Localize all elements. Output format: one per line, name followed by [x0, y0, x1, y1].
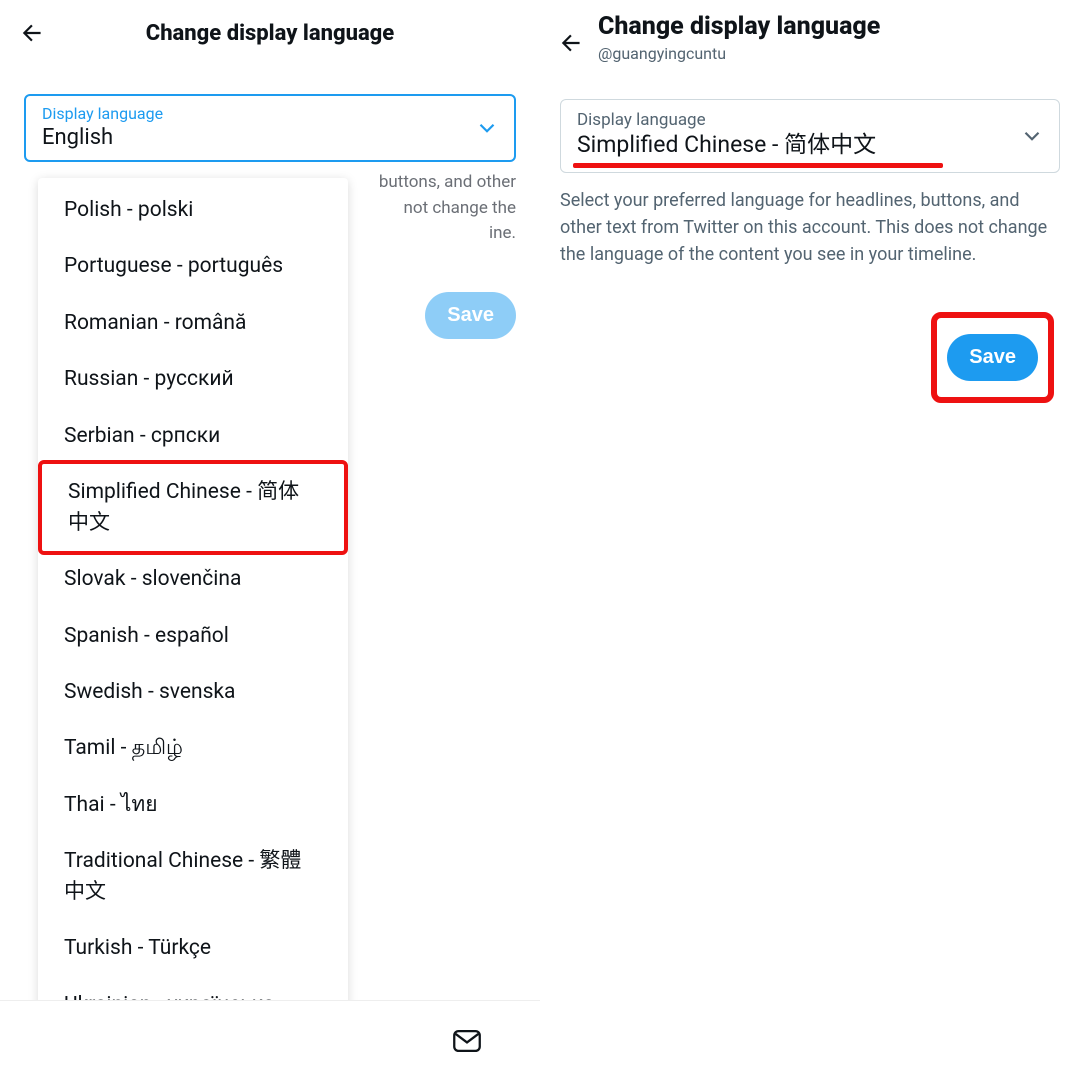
- select-label: Display language: [577, 110, 1043, 130]
- language-option[interactable]: Slovak - slovenčina: [38, 551, 348, 607]
- screenshot-right: Change display language @guangyingcuntu …: [540, 0, 1080, 1080]
- language-option[interactable]: Traditional Chinese - 繁體中文: [38, 833, 348, 920]
- save-button-disabled[interactable]: Save: [425, 292, 516, 339]
- chevron-down-icon: [474, 115, 500, 141]
- bottom-nav-partial: [0, 1000, 540, 1080]
- help-text: Select your preferred language for headl…: [560, 187, 1060, 268]
- language-option[interactable]: Portuguese - português: [38, 238, 348, 294]
- chevron-down-icon: [1019, 123, 1045, 149]
- language-option[interactable]: Romanian - română: [38, 295, 348, 351]
- select-value: Simplified Chinese - 简体中文: [577, 130, 1043, 160]
- screenshot-left: Change display language Display language…: [0, 0, 540, 1080]
- language-option[interactable]: Turkish - Türkçe: [38, 920, 348, 976]
- language-option[interactable]: Tamil - தமிழ்: [38, 720, 348, 776]
- mail-icon[interactable]: [450, 1024, 540, 1058]
- back-button[interactable]: [550, 20, 594, 56]
- page-title: Change display language: [598, 12, 880, 42]
- language-option[interactable]: Simplified Chinese - 简体中文: [38, 460, 348, 555]
- select-label: Display language: [42, 104, 498, 123]
- language-option[interactable]: Serbian - српски: [38, 408, 348, 464]
- save-button[interactable]: Save: [947, 334, 1038, 381]
- language-option[interactable]: Spanish - español: [38, 608, 348, 664]
- language-option[interactable]: Polish - polski: [38, 182, 348, 238]
- header-left: Change display language: [0, 0, 540, 54]
- highlight-box: Save: [931, 312, 1054, 403]
- header-right: Change display language @guangyingcuntu: [540, 0, 1080, 67]
- display-language-select[interactable]: Display language English: [24, 94, 516, 162]
- highlight-underline: [573, 163, 943, 168]
- language-option[interactable]: Thai - ไทย: [38, 777, 348, 833]
- account-handle: @guangyingcuntu: [598, 44, 880, 63]
- language-option[interactable]: Swedish - svenska: [38, 664, 348, 720]
- language-option[interactable]: Russian - русский: [38, 351, 348, 407]
- select-value: English: [42, 125, 498, 150]
- page-title: Change display language: [20, 21, 520, 46]
- language-dropdown[interactable]: Polish - polskiPortuguese - portuguêsRom…: [38, 178, 348, 1037]
- display-language-select[interactable]: Display language Simplified Chinese - 简体…: [560, 99, 1060, 173]
